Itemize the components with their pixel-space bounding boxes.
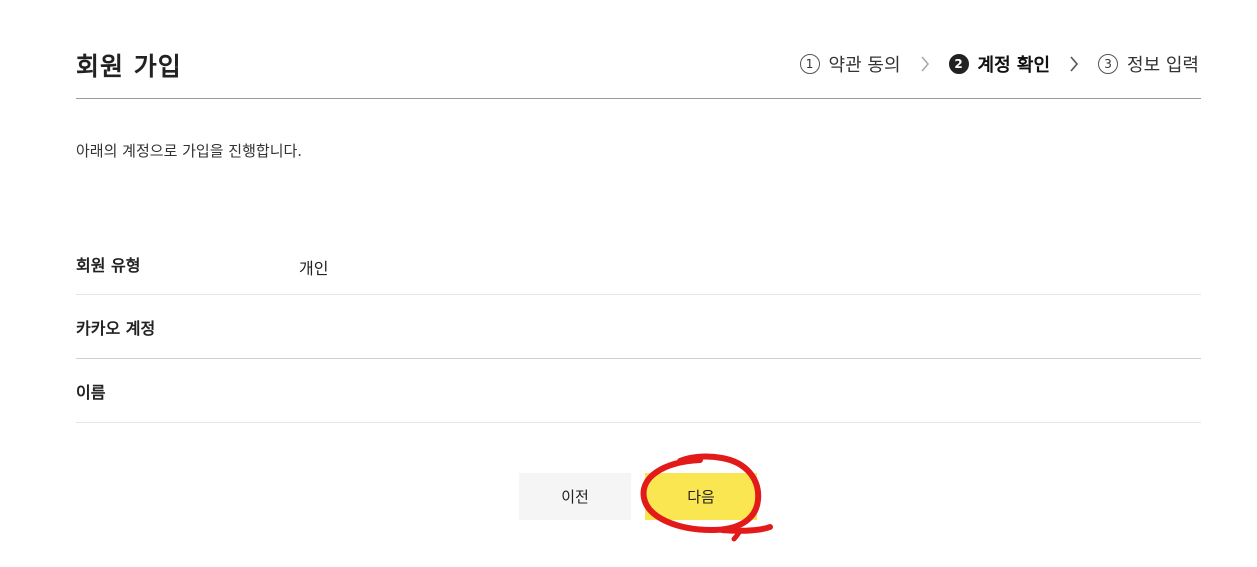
info-row-kakao-account: 카카오 계정 (76, 294, 1201, 359)
info-value: 개인 (299, 259, 329, 278)
step-2-number: 2 (948, 54, 969, 74)
info-row-member-type: 회원 유형 개인 (76, 230, 1201, 295)
info-label: 카카오 계정 (76, 319, 156, 338)
step-indicator: 1 약관 동의 2 계정 확인 3 정보 입력 (799, 51, 1199, 77)
intro-text: 아래의 계정으로 가입을 진행합니다. (76, 142, 303, 160)
step-2: 2 계정 확인 (948, 51, 1051, 77)
step-3-label: 정보 입력 (1127, 55, 1199, 76)
step-2-label: 계정 확인 (977, 55, 1051, 76)
info-label: 회원 유형 (76, 256, 141, 275)
step-1: 1 약관 동의 (799, 51, 901, 77)
prev-button[interactable]: 이전 (519, 473, 631, 520)
chevron-right-icon (1060, 56, 1088, 72)
info-row-name: 이름 (76, 358, 1201, 423)
next-button[interactable]: 다음 (645, 473, 757, 520)
step-3: 3 정보 입력 (1098, 51, 1199, 77)
page-title: 회원 가입 (76, 52, 182, 81)
chevron-right-icon (911, 56, 939, 72)
step-1-number: 1 (799, 54, 820, 74)
info-label: 이름 (76, 383, 106, 402)
page-header: 회원 가입 1 약관 동의 2 계정 확인 3 정보 입력 (76, 38, 1201, 99)
step-1-label: 약관 동의 (828, 55, 901, 76)
step-3-number: 3 (1098, 54, 1119, 74)
